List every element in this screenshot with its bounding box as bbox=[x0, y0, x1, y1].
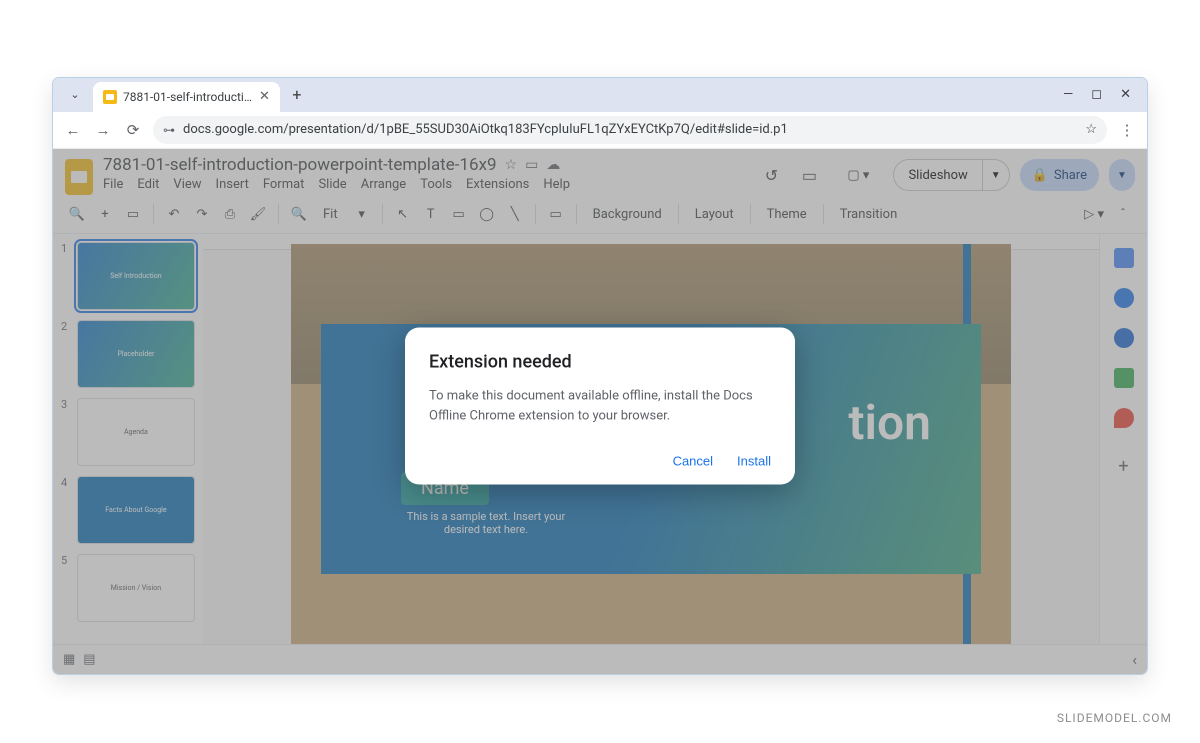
window-maximize-icon[interactable]: ◻ bbox=[1091, 87, 1102, 102]
dialog-cancel-button[interactable]: Cancel bbox=[673, 454, 713, 469]
extension-needed-dialog: Extension needed To make this document a… bbox=[405, 328, 795, 485]
browser-window: ⌄ 7881-01-self-introduction-pow ✕ + — ◻ … bbox=[53, 78, 1147, 674]
new-tab-button[interactable]: + bbox=[284, 82, 310, 108]
dialog-title: Extension needed bbox=[429, 352, 771, 373]
tab-strip: ⌄ 7881-01-self-introduction-pow ✕ + — ◻ … bbox=[53, 78, 1147, 112]
nav-back-icon[interactable]: ← bbox=[63, 121, 83, 139]
browser-tab[interactable]: 7881-01-self-introduction-pow ✕ bbox=[93, 82, 280, 112]
nav-reload-icon[interactable]: ⟳ bbox=[123, 121, 143, 139]
slides-favicon bbox=[103, 90, 117, 104]
omnibox[interactable]: ⊶ docs.google.com/presentation/d/1pBE_55… bbox=[153, 116, 1107, 144]
dialog-body: To make this document available offline,… bbox=[429, 387, 771, 426]
slides-app: 7881-01-self-introduction-powerpoint-tem… bbox=[53, 149, 1147, 674]
browser-menu-icon[interactable]: ⋮ bbox=[1117, 121, 1137, 139]
address-bar: ← → ⟳ ⊶ docs.google.com/presentation/d/1… bbox=[53, 112, 1147, 149]
bookmark-star-icon[interactable]: ☆ bbox=[1085, 122, 1097, 137]
url-text: docs.google.com/presentation/d/1pBE_55SU… bbox=[183, 122, 788, 137]
tab-title: 7881-01-self-introduction-pow bbox=[123, 90, 253, 104]
tab-search-button[interactable]: ⌄ bbox=[61, 83, 89, 107]
window-close-icon[interactable]: ✕ bbox=[1120, 87, 1131, 102]
nav-forward-icon[interactable]: → bbox=[93, 121, 113, 139]
window-minimize-icon[interactable]: — bbox=[1063, 87, 1073, 102]
dialog-install-button[interactable]: Install bbox=[737, 454, 771, 469]
watermark: SLIDEMODEL.COM bbox=[1057, 711, 1172, 725]
tab-close-icon[interactable]: ✕ bbox=[259, 89, 270, 104]
site-info-icon[interactable]: ⊶ bbox=[163, 123, 175, 137]
